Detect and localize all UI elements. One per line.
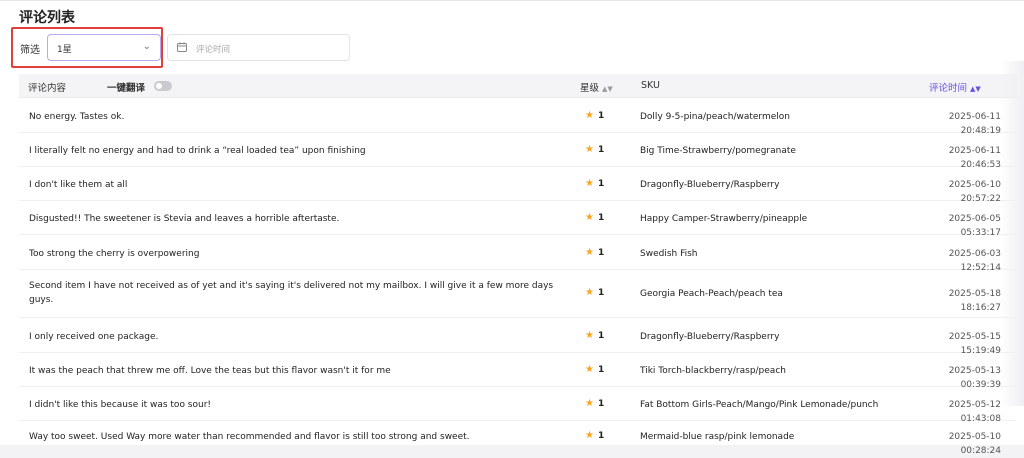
comment-text: I only received one package. [29,332,159,342]
comment-text: I literally felt no energy and had to dr… [29,146,366,156]
star-icon: ★ [585,247,594,258]
table-row: Too strong the cherry is overpowering ★ 1… [19,235,1017,273]
sku-cell: Swedish Fish [640,249,698,259]
comment-text: No energy. Tastes ok. [29,112,125,122]
column-header-time[interactable]: 评论时间 ▲▼ [929,80,981,94]
rating-value: 1 [597,248,605,258]
sku-cell: Mermaid-blue rasp/pink lemonade [640,432,795,442]
star-icon: ★ [585,364,594,375]
table-header: 评论内容 一键翻译 星级 ▲▼ SKU 评论时间 ▲▼ [19,74,1017,98]
comment-text: I don't like them at all [29,180,128,190]
rating-cell: ★ 1 [585,363,604,377]
star-icon: ★ [585,212,594,223]
table-row: I only received one package. ★ 1 Dragonfl… [19,318,1017,356]
rating-cell: ★ 1 [585,329,604,343]
table-row: Second item I have not received as of ye… [19,270,1017,318]
translate-toggle[interactable] [154,81,172,91]
column-header-rating[interactable]: 星级 ▲▼ [580,80,613,94]
rating-value: 1 [597,213,605,223]
rating-value: 1 [597,179,605,189]
table-row: No energy. Tastes ok. ★ 1 Dolly 9-5-pina/… [19,99,1017,136]
table-row: I literally felt no energy and had to dr… [19,133,1017,170]
rating-filter-select[interactable]: 1星 ⌄ [47,34,161,61]
sku-cell: Dragonfly-Blueberry/Raspberry [640,332,780,342]
filter-highlight-box: 筛选 1星 ⌄ [11,27,163,68]
rating-cell: ★ 1 [585,286,604,300]
comment-text: Disgusted!! The sweetener is Stevia and … [29,214,340,224]
date-filter-placeholder: 评论时间 [196,45,231,55]
star-icon: ★ [585,398,594,409]
sort-icon: ▲▼ [602,85,613,93]
comment-text: It was the peach that threw me off. Love… [29,366,391,376]
comment-text: Second item I have not received as of ye… [29,281,554,305]
calendar-icon [177,42,187,52]
rating-value: 1 [597,145,605,155]
scroll-edge-shade [1000,61,1024,406]
chevron-down-icon: ⌄ [142,41,151,52]
toggle-knob [156,83,162,89]
comment-text: Way too sweet. Used Way more water than … [29,432,470,442]
time-cell: 2025-05-10 00:28:24 [948,432,1001,456]
comment-text: Too strong the cherry is overpowering [29,249,200,259]
star-icon: ★ [585,144,594,155]
sku-cell: Georgia Peach-Peach/peach tea [640,289,783,299]
table-row: Disgusted!! The sweetener is Stevia and … [19,201,1017,238]
sku-cell: Big Time-Strawberry/pomegranate [640,146,796,156]
star-icon: ★ [585,287,594,298]
filter-label: 筛选 [20,45,40,56]
rating-cell: ★ 1 [585,177,604,191]
star-icon: ★ [585,430,594,441]
table-row: It was the peach that threw me off. Love… [19,353,1017,390]
rating-value: 1 [597,331,605,341]
comment-table: 评论内容 一键翻译 星级 ▲▼ SKU 评论时间 ▲▼ No energy. Tas… [19,74,1017,456]
rating-cell: ★ 1 [585,397,604,411]
sku-cell: Tiki Torch-blackberry/rasp/peach [640,366,786,376]
rating-value: 1 [597,111,605,121]
rating-value: 1 [597,431,605,441]
column-header-content: 评论内容 [28,83,67,94]
comment-text: I didn't like this because it was too so… [29,400,212,410]
table-row: I don't like them at all ★ 1 Dragonfly-Bl… [19,167,1017,204]
rating-cell: ★ 1 [585,143,604,157]
comment-list-page: 评论列表 筛选 1星 ⌄ 评论时间 评论内容 一键翻译 星级 ▲▼ SKU 评论时… [0,0,1024,456]
rating-cell: ★ 1 [585,211,604,225]
column-header-sku: SKU [641,80,660,91]
rating-cell: ★ 1 [585,109,604,123]
rating-cell: ★ 1 [585,429,604,443]
sku-cell: Dolly 9-5-pina/peach/watermelon [640,112,790,122]
sku-cell: Dragonfly-Blueberry/Raspberry [640,180,780,190]
star-icon: ★ [585,178,594,189]
table-row: I didn't like this because it was too so… [19,387,1017,424]
rating-value: 1 [597,288,605,298]
rating-value: 1 [597,399,605,409]
time-cell: 2025-05-18 18:16:27 [948,289,1001,313]
sku-cell: Fat Bottom Girls-Peach/Mango/Pink Lemona… [640,400,879,410]
page-title: 评论列表 [19,10,75,26]
rating-value: 1 [597,365,605,375]
column-header-rating-label: 星级 [580,83,600,94]
rating-filter-value: 1星 [57,45,72,55]
date-filter-input[interactable]: 评论时间 [167,34,350,61]
rating-cell: ★ 1 [585,246,604,260]
star-icon: ★ [585,330,594,341]
translate-toggle-label: 一键翻译 [107,83,146,94]
sort-icon: ▲▼ [970,85,981,93]
star-icon: ★ [585,110,594,121]
table-row: Way too sweet. Used Way more water than … [19,421,1017,456]
column-header-time-label: 评论时间 [929,83,968,94]
sku-cell: Happy Camper-Strawberry/pineapple [640,214,808,224]
